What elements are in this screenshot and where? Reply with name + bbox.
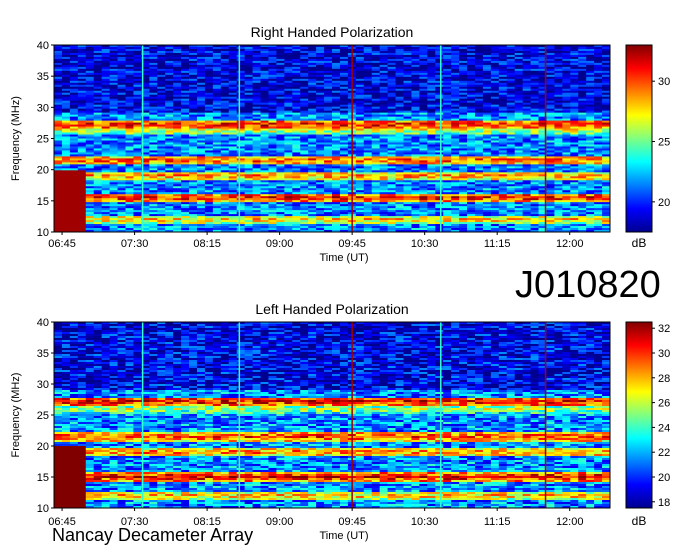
panel-title: Right Handed Polarization [251, 24, 414, 40]
panel-right-polarization: Right Handed Polarization10152025303540F… [10, 24, 670, 264]
heatmap-cells [54, 45, 611, 233]
